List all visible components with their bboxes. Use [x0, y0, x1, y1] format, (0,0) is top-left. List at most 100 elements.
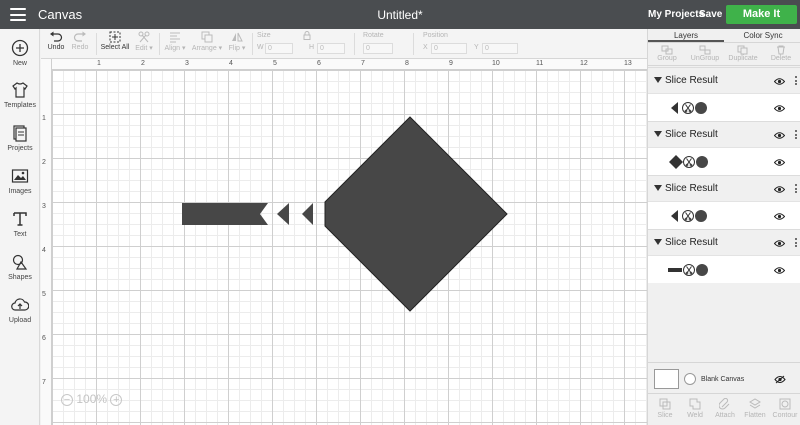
contour-label: Contour: [772, 412, 798, 419]
slice-diamond-shape[interactable]: [324, 116, 508, 312]
chevron-down-icon: ▾: [239, 45, 246, 52]
design-canvas[interactable]: 1 2 3 4 5 6 7 8 9 10 11 12 13 1 2 3 4 5 …: [41, 59, 647, 425]
sidebar-item-label: New: [12, 60, 27, 67]
sidebar-item-label: Shapes: [8, 274, 32, 281]
caret-down-icon[interactable]: [654, 239, 662, 245]
x-position-input[interactable]: 0: [431, 43, 467, 54]
redo-label: Redo: [71, 44, 89, 51]
toolbar-divider: [252, 33, 253, 55]
x-prefix: X: [423, 44, 428, 51]
slice-label: Slice: [657, 412, 673, 419]
sidebar-item-upload[interactable]: Upload: [0, 296, 40, 324]
zoom-out-button[interactable]: −: [61, 393, 73, 406]
document-title[interactable]: Untitled*: [377, 8, 422, 22]
panel-tabs: Layers Color Sync: [648, 29, 800, 42]
layer-item[interactable]: [648, 93, 800, 121]
flatten-button[interactable]: Flatten: [740, 398, 770, 419]
caret-down-icon[interactable]: [654, 77, 662, 83]
group-icon: [661, 45, 673, 55]
edit-dropdown[interactable]: Edit ▾: [133, 31, 155, 52]
tab-color-sync[interactable]: Color Sync: [725, 29, 800, 42]
eye-icon[interactable]: [774, 132, 785, 139]
undo-icon: [50, 31, 63, 42]
image-icon: [11, 169, 29, 183]
save-link[interactable]: Save: [699, 9, 722, 20]
flip-dropdown[interactable]: Flip ▾: [226, 31, 248, 52]
slice-bar-shape[interactable]: [182, 203, 268, 225]
blank-canvas-label: Blank Canvas: [701, 376, 745, 383]
duplicate-label: Duplicate: [728, 55, 758, 62]
layer-item[interactable]: [648, 147, 800, 175]
sidebar-item-text[interactable]: Text: [0, 210, 40, 238]
tab-layers[interactable]: Layers: [648, 29, 724, 42]
chevron-down-icon: ▾: [216, 45, 223, 52]
layer-item[interactable]: [648, 201, 800, 229]
more-options-icon[interactable]: [795, 238, 797, 249]
redo-icon: [73, 31, 86, 42]
make-it-button[interactable]: Make It: [726, 5, 797, 24]
eye-icon[interactable]: [774, 105, 785, 112]
sidebar-item-projects[interactable]: Projects: [0, 124, 40, 152]
align-icon: [170, 32, 180, 43]
weld-button[interactable]: Weld: [680, 398, 710, 419]
slice-button[interactable]: Slice: [650, 398, 680, 419]
slice-arrow-shape[interactable]: [302, 203, 313, 225]
slice-arrow-shape[interactable]: [277, 203, 289, 225]
rotate-label: Rotate: [363, 32, 384, 39]
plus-circle-icon: [11, 39, 29, 57]
arrange-dropdown[interactable]: Arrange ▾: [191, 31, 223, 52]
contour-button[interactable]: Contour: [770, 398, 800, 419]
layer-group[interactable]: Slice Result: [648, 175, 800, 201]
eye-icon[interactable]: [774, 159, 785, 166]
layers-panel: Layers Color Sync Group UnGroup Duplicat…: [647, 29, 800, 425]
my-projects-link[interactable]: My Projects: [648, 9, 704, 20]
undo-label: Undo: [47, 44, 65, 51]
more-options-icon[interactable]: [795, 130, 797, 141]
rotate-input[interactable]: 0: [363, 43, 393, 54]
caret-down-icon[interactable]: [654, 185, 662, 191]
height-input[interactable]: 0: [317, 43, 345, 54]
sidebar-item-shapes[interactable]: Shapes: [0, 253, 40, 281]
undo-button[interactable]: Undo: [45, 31, 67, 51]
delete-button[interactable]: Delete: [762, 45, 800, 62]
sidebar-item-new[interactable]: New: [0, 39, 40, 67]
size-label: Size: [257, 32, 271, 39]
sidebar-item-images[interactable]: Images: [0, 167, 40, 195]
duplicate-icon: [737, 45, 748, 55]
duplicate-button[interactable]: Duplicate: [724, 45, 762, 62]
eye-icon[interactable]: [774, 240, 785, 247]
y-position-input[interactable]: 0: [482, 43, 518, 54]
eye-icon[interactable]: [774, 267, 785, 274]
caret-down-icon[interactable]: [654, 131, 662, 137]
hamburger-menu-icon[interactable]: [10, 8, 26, 21]
layer-group[interactable]: Slice Result: [648, 121, 800, 147]
ungroup-button[interactable]: UnGroup: [686, 45, 724, 62]
canvas-color-swatch[interactable]: [654, 369, 679, 389]
eye-icon[interactable]: [774, 78, 785, 85]
sidebar-item-templates[interactable]: Templates: [0, 81, 40, 109]
attach-button[interactable]: Attach: [710, 398, 740, 419]
align-dropdown[interactable]: Align ▾: [163, 31, 187, 52]
select-all-button[interactable]: Select All: [100, 31, 130, 51]
chevron-down-icon: ▾: [180, 45, 186, 52]
redo-button[interactable]: Redo: [69, 31, 91, 51]
canvas-color-circle[interactable]: [684, 373, 696, 385]
layer-group[interactable]: Slice Result: [648, 229, 800, 255]
eye-icon[interactable]: [774, 213, 785, 220]
layer-tools: Group UnGroup Duplicate Delete: [648, 42, 800, 66]
blank-canvas-row: Blank Canvas: [648, 362, 800, 392]
more-options-icon[interactable]: [795, 184, 797, 195]
width-input[interactable]: 0: [265, 43, 293, 54]
arrange-label: Arrange: [191, 45, 217, 52]
eye-hidden-icon[interactable]: [774, 375, 786, 384]
zoom-in-button[interactable]: +: [110, 393, 123, 406]
position-label: Position: [423, 32, 448, 39]
layer-item[interactable]: [648, 255, 800, 283]
eye-icon[interactable]: [774, 186, 785, 193]
layer-group[interactable]: Slice Result: [648, 67, 800, 93]
group-button[interactable]: Group: [648, 45, 686, 62]
slice-icon: [659, 398, 671, 410]
more-options-icon[interactable]: [795, 76, 797, 87]
zoom-control: − 100% +: [61, 392, 123, 406]
lock-icon[interactable]: [303, 31, 311, 40]
